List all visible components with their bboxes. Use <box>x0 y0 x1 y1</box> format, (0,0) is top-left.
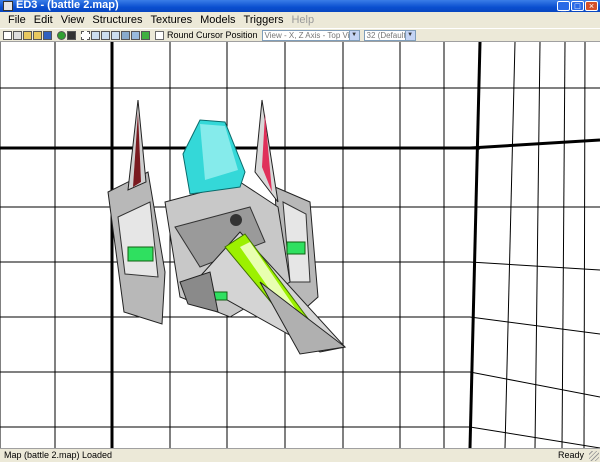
menu-view[interactable]: View <box>57 12 89 28</box>
maximize-button[interactable]: □ <box>571 1 584 11</box>
status-ready: Ready <box>557 450 584 460</box>
round-cursor-checkbox[interactable] <box>155 30 164 40</box>
sphere-icon[interactable] <box>57 30 66 40</box>
view-select-value: View - X, Z Axis - Top View <box>264 30 360 40</box>
menu-file[interactable]: File <box>4 12 30 28</box>
scale-icon[interactable] <box>111 30 120 40</box>
model-icon[interactable] <box>131 30 140 40</box>
grid-size-select-value: 32 (Default) <box>366 30 409 40</box>
chevron-down-icon[interactable]: ▼ <box>404 30 415 40</box>
save-folder-icon[interactable] <box>33 30 42 40</box>
menu-models[interactable]: Models <box>196 12 239 28</box>
view-select[interactable]: View - X, Z Axis - Top View ▼ <box>261 29 360 41</box>
settings-icon[interactable] <box>141 30 150 40</box>
rotate-icon[interactable] <box>101 30 110 40</box>
scene-canvas <box>0 42 600 448</box>
menu-edit[interactable]: Edit <box>30 12 57 28</box>
menu-triggers[interactable]: Triggers <box>240 12 288 28</box>
select-icon[interactable] <box>81 30 90 40</box>
status-message: Map (battle 2.map) Loaded <box>4 450 113 460</box>
texture-icon[interactable] <box>121 30 130 40</box>
grid-size-select[interactable]: 32 (Default) ▼ <box>363 29 416 41</box>
new-icon[interactable] <box>3 30 12 40</box>
save-icon[interactable] <box>43 30 52 40</box>
move-icon[interactable] <box>91 30 100 40</box>
menu-textures[interactable]: Textures <box>147 12 197 28</box>
chevron-down-icon[interactable]: ▼ <box>348 30 359 40</box>
menu-bar: File Edit View Structures Textures Model… <box>0 12 600 28</box>
status-bar: Map (battle 2.map) Loaded Ready <box>0 448 600 462</box>
right-wall-grid <box>468 42 600 448</box>
close-button[interactable]: × <box>585 1 598 11</box>
spaceship-model[interactable] <box>107 99 347 355</box>
open-folder-icon[interactable] <box>23 30 32 40</box>
minimize-button[interactable]: _ <box>557 1 570 11</box>
window-controls: _ □ × <box>557 1 598 11</box>
menu-help[interactable]: Help <box>287 12 318 28</box>
title-bar: ED3 - (battle 2.map) _ □ × <box>0 0 600 12</box>
grid-icon[interactable] <box>67 30 76 40</box>
menu-structures[interactable]: Structures <box>88 12 146 28</box>
toolbar: Round Cursor Position View - X, Z Axis -… <box>0 28 600 42</box>
open-icon[interactable] <box>13 30 22 40</box>
app-icon <box>3 1 13 11</box>
resize-grip-icon[interactable] <box>589 451 599 461</box>
3d-viewport[interactable] <box>0 42 600 448</box>
round-cursor-label: Round Cursor Position <box>167 30 258 40</box>
window-title: ED3 - (battle 2.map) <box>16 0 119 11</box>
